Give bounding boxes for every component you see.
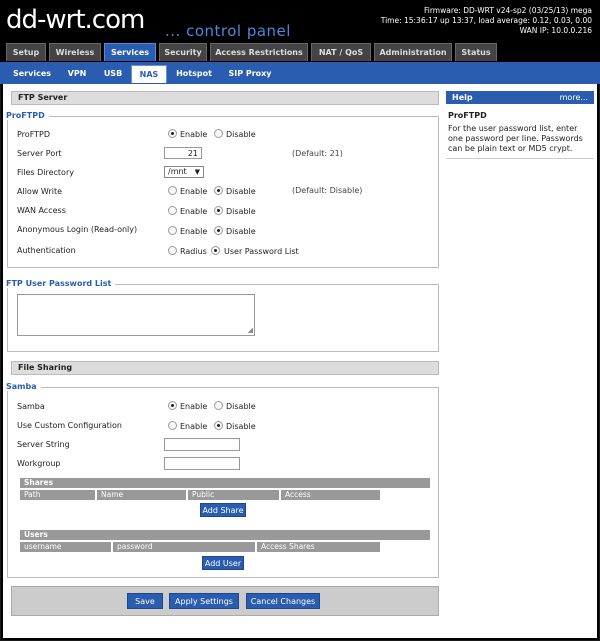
server-port-label: Server Port [17, 149, 62, 158]
custom-config-enable-label: Enable [180, 422, 208, 431]
samba-legend: Samba [6, 382, 41, 391]
subtab-services[interactable]: Services [6, 65, 58, 83]
system-info: Firmware: DD-WRT v24-sp2 (03/25/13) mega… [381, 6, 592, 36]
subtab-hotspot[interactable]: Hotspot [170, 65, 218, 83]
tab-nat-qos[interactable]: NAT / QoS [311, 43, 371, 61]
files-directory-value: /mnt [168, 167, 187, 176]
wan-access-disable-radio[interactable] [214, 206, 223, 215]
allow-write-enable-radio[interactable] [168, 186, 177, 195]
wan-access-disable-label: Disable [226, 207, 256, 216]
add-share-button[interactable]: Add Share [200, 503, 246, 517]
allow-write-enable-label: Enable [180, 187, 208, 196]
server-string-label: Server String [17, 440, 70, 449]
watermark: [809x841] http://upic.me/ [430, 625, 596, 638]
anonymous-enable-radio[interactable] [168, 226, 177, 235]
users-col-password: password [113, 542, 256, 552]
save-button[interactable]: Save [127, 593, 163, 609]
proftpd-disable-radio[interactable] [214, 129, 223, 138]
ftp-server-header: FTP Server [11, 91, 439, 105]
allow-write-disable-label: Disable [226, 187, 256, 196]
shares-col-name: Name [97, 490, 187, 500]
shares-col-public: Public [188, 490, 280, 500]
ftp-user-legend: FTP User Password List [6, 279, 116, 288]
subtab-nas[interactable]: NAS [131, 65, 167, 83]
server-port-input[interactable]: 21 [164, 147, 202, 159]
wan-access-enable-radio[interactable] [168, 206, 177, 215]
custom-config-disable-radio[interactable] [214, 421, 223, 430]
apply-settings-button[interactable]: Apply Settings [169, 593, 239, 609]
anonymous-login-label: Anonymous Login (Read-only) [17, 225, 138, 234]
help-divider [446, 158, 594, 159]
wan-ip-text: WAN IP: 10.0.0.216 [519, 26, 592, 35]
server-string-input[interactable] [164, 438, 240, 451]
tab-access-restrictions[interactable]: Access Restrictions [210, 43, 308, 61]
help-topic-text: For the user password list, enter one pa… [448, 124, 583, 153]
samba-label: Samba [17, 402, 45, 411]
tab-security[interactable]: Security [159, 43, 207, 61]
custom-config-disable-label: Disable [226, 422, 256, 431]
shares-col-access: Access [281, 490, 381, 500]
anonymous-enable-label: Enable [180, 227, 208, 236]
header: dd-wrt.com ... control panel Firmware: D… [0, 0, 600, 42]
subtab-usb[interactable]: USB [96, 65, 130, 83]
cancel-changes-button[interactable]: Cancel Changes [246, 593, 320, 609]
anonymous-disable-label: Disable [226, 227, 256, 236]
add-user-button[interactable]: Add User [202, 556, 244, 570]
server-port-default: (Default: 21) [292, 149, 343, 158]
help-more-link[interactable]: more... [560, 91, 588, 104]
samba-disable-label: Disable [226, 402, 256, 411]
files-directory-select[interactable]: /mnt ▼ [164, 166, 204, 178]
shares-table-title: Shares [20, 478, 430, 488]
tab-setup[interactable]: Setup [6, 43, 46, 61]
wan-access-label: WAN Access [17, 206, 66, 215]
tab-status[interactable]: Status [455, 43, 497, 61]
tab-administration[interactable]: Administration [374, 43, 452, 61]
samba-enable-label: Enable [180, 402, 208, 411]
users-table-title: Users [20, 530, 430, 540]
help-title-label: Help [452, 93, 473, 102]
allow-write-default: (Default: Disable) [292, 186, 363, 195]
proftpd-legend: ProFTPD [6, 111, 49, 120]
firmware-text: Firmware: DD-WRT v24-sp2 (03/25/13) mega [424, 6, 592, 15]
content-area: FTP Server ProFTPD ProFTPD Enable Disabl… [3, 84, 597, 638]
ddwrt-logo: dd-wrt.com [6, 5, 145, 35]
subtab-vpn[interactable]: VPN [60, 65, 94, 83]
samba-disable-radio[interactable] [214, 401, 223, 410]
resize-grip-icon[interactable]: ◢ [248, 327, 253, 334]
control-panel-subtitle: ... control panel [165, 22, 291, 40]
help-topic-title: ProFTPD [448, 111, 487, 120]
users-col-access-shares: Access Shares [257, 542, 381, 552]
uptime-text: Time: 15:36:17 up 13:37, load average: 0… [380, 16, 592, 25]
proftpd-disable-label: Disable [226, 130, 256, 139]
shares-col-path: Path [20, 490, 96, 500]
proftpd-label: ProFTPD [17, 130, 51, 139]
tab-wireless[interactable]: Wireless [49, 43, 101, 61]
allow-write-disable-radio[interactable] [214, 186, 223, 195]
chevron-down-icon: ▼ [194, 168, 200, 176]
custom-config-label: Use Custom Configuration [17, 421, 122, 430]
file-sharing-header: File Sharing [11, 361, 439, 375]
wan-access-enable-label: Enable [180, 207, 208, 216]
help-header: Help more... [446, 91, 594, 104]
auth-radius-radio[interactable] [168, 246, 177, 255]
anonymous-disable-radio[interactable] [214, 226, 223, 235]
ftp-user-password-textarea[interactable]: ◢ [17, 294, 255, 336]
proftpd-enable-radio[interactable] [168, 129, 177, 138]
auth-user-password-label: User Password List [224, 247, 299, 256]
workgroup-label: Workgroup [17, 459, 61, 468]
tab-services[interactable]: Services [104, 43, 156, 61]
allow-write-label: Allow Write [17, 187, 63, 196]
custom-config-enable-radio[interactable] [168, 421, 177, 430]
proftpd-enable-label: Enable [180, 130, 208, 139]
subtab-sip-proxy[interactable]: SIP Proxy [221, 65, 279, 83]
main-tabs: Setup Wireless Services Security Access … [0, 42, 600, 62]
authentication-label: Authentication [17, 246, 76, 255]
samba-enable-radio[interactable] [168, 401, 177, 410]
users-col-username: username [20, 542, 112, 552]
workgroup-input[interactable] [164, 457, 240, 470]
auth-user-password-radio[interactable] [211, 246, 220, 255]
files-directory-label: Files Directory [17, 168, 74, 177]
auth-radius-label: Radius [180, 247, 207, 256]
sub-tabs: Services VPN USB NAS Hotspot SIP Proxy [0, 62, 600, 84]
